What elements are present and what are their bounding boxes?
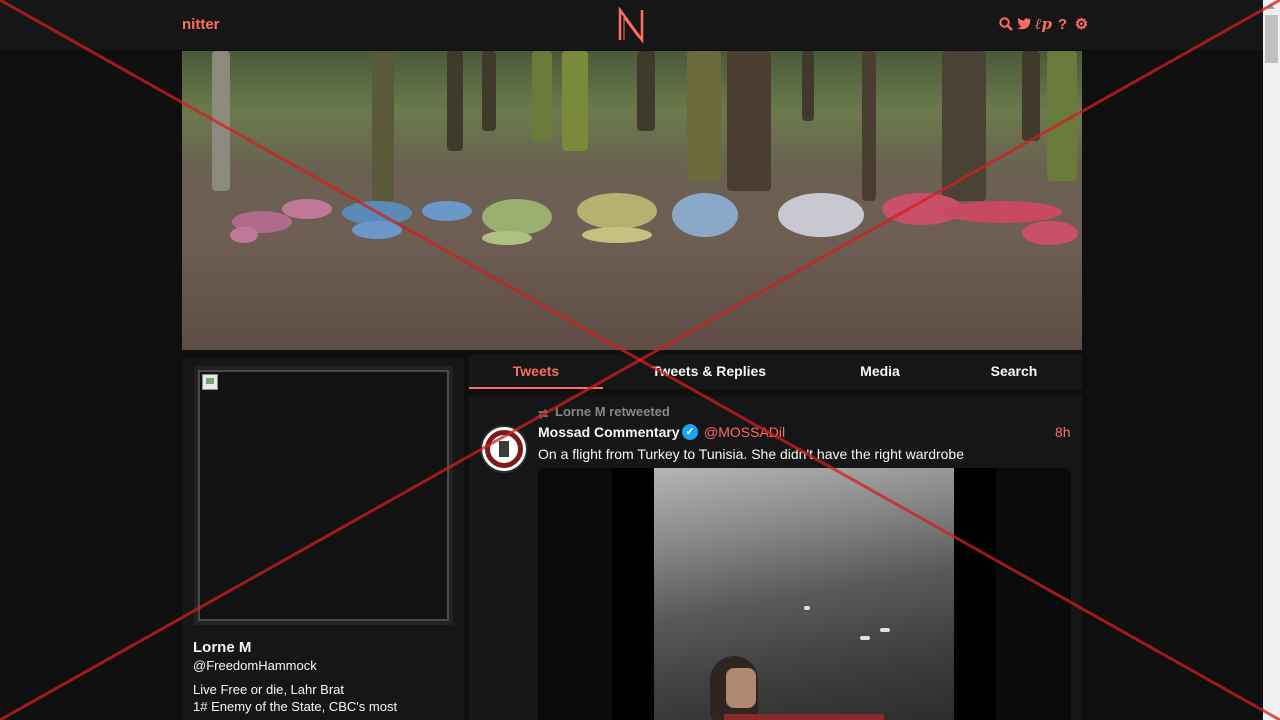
- top-navbar: nitter ℓp ? ⚙: [0, 0, 1263, 50]
- tab-search[interactable]: Search: [969, 355, 1059, 389]
- gear-icon[interactable]: ⚙: [1074, 16, 1089, 33]
- timeline-item[interactable]: ⇄ Lorne M retweeted Mossad Commentary ✓ …: [469, 396, 1082, 720]
- seat-back: [724, 714, 884, 720]
- person-face: [726, 668, 756, 708]
- tweet-author-handle[interactable]: @MOSSADil: [704, 424, 785, 440]
- scroll-thumb[interactable]: [1265, 15, 1278, 63]
- help-icon[interactable]: ?: [1055, 16, 1070, 33]
- profile-name[interactable]: Lorne M: [193, 639, 251, 656]
- tab-media[interactable]: Media: [829, 355, 931, 389]
- tweet-author-avatar[interactable]: [480, 425, 528, 473]
- ceiling-light: [804, 606, 810, 610]
- search-icon[interactable]: [998, 16, 1013, 32]
- tab-tweets-replies[interactable]: Tweets & Replies: [639, 355, 779, 389]
- tweet-author-name[interactable]: Mossad Commentary: [538, 424, 680, 440]
- ceiling-light: [860, 636, 870, 640]
- retweet-header: ⇄ Lorne M retweeted: [538, 404, 670, 421]
- site-logo-text[interactable]: nitter: [182, 16, 220, 33]
- nitter-logo-icon[interactable]: [615, 7, 647, 43]
- ceiling-light: [880, 628, 890, 632]
- broken-image-icon: [202, 374, 218, 390]
- profile-bio-line: Live Free or die, Lahr Brat: [193, 682, 345, 697]
- nav-icon-group: ℓp ? ⚙: [998, 15, 1089, 33]
- tweet-text: On a flight from Turkey to Tunisia. She …: [538, 446, 965, 462]
- twitter-icon[interactable]: [1017, 16, 1032, 32]
- scroll-up-icon[interactable]: [1267, 4, 1275, 9]
- profile-card: Lorne M @FreedomHammock Live Free or die…: [182, 358, 464, 720]
- avatar-image[interactable]: [198, 370, 449, 621]
- video-thumbnail[interactable]: [654, 468, 954, 720]
- media-letterbox-left: [612, 468, 654, 720]
- menorah-icon: [499, 441, 509, 457]
- media-letterbox-right: [954, 468, 996, 720]
- page-scrollbar[interactable]: [1263, 0, 1280, 720]
- rss-icon[interactable]: ℓp: [1035, 15, 1052, 33]
- tab-tweets[interactable]: Tweets: [469, 355, 603, 389]
- tweet-media[interactable]: [538, 468, 1071, 720]
- timeline-tabs: Tweets Tweets & Replies Media Search: [469, 355, 1082, 389]
- profile-bio-line: 1# Enemy of the State, CBC's most: [193, 699, 398, 714]
- tweet-timestamp[interactable]: 8h: [1055, 424, 1071, 440]
- retweet-icon: ⇄: [538, 406, 549, 421]
- profile-handle[interactable]: @FreedomHammock: [193, 658, 317, 673]
- verified-badge-icon: ✓: [682, 424, 698, 440]
- avatar[interactable]: [194, 366, 453, 625]
- retweet-label[interactable]: Lorne M retweeted: [555, 404, 670, 419]
- profile-banner[interactable]: [182, 51, 1082, 350]
- profile-bio: Live Free or die, Lahr Brat 1# Enemy of …: [193, 681, 453, 715]
